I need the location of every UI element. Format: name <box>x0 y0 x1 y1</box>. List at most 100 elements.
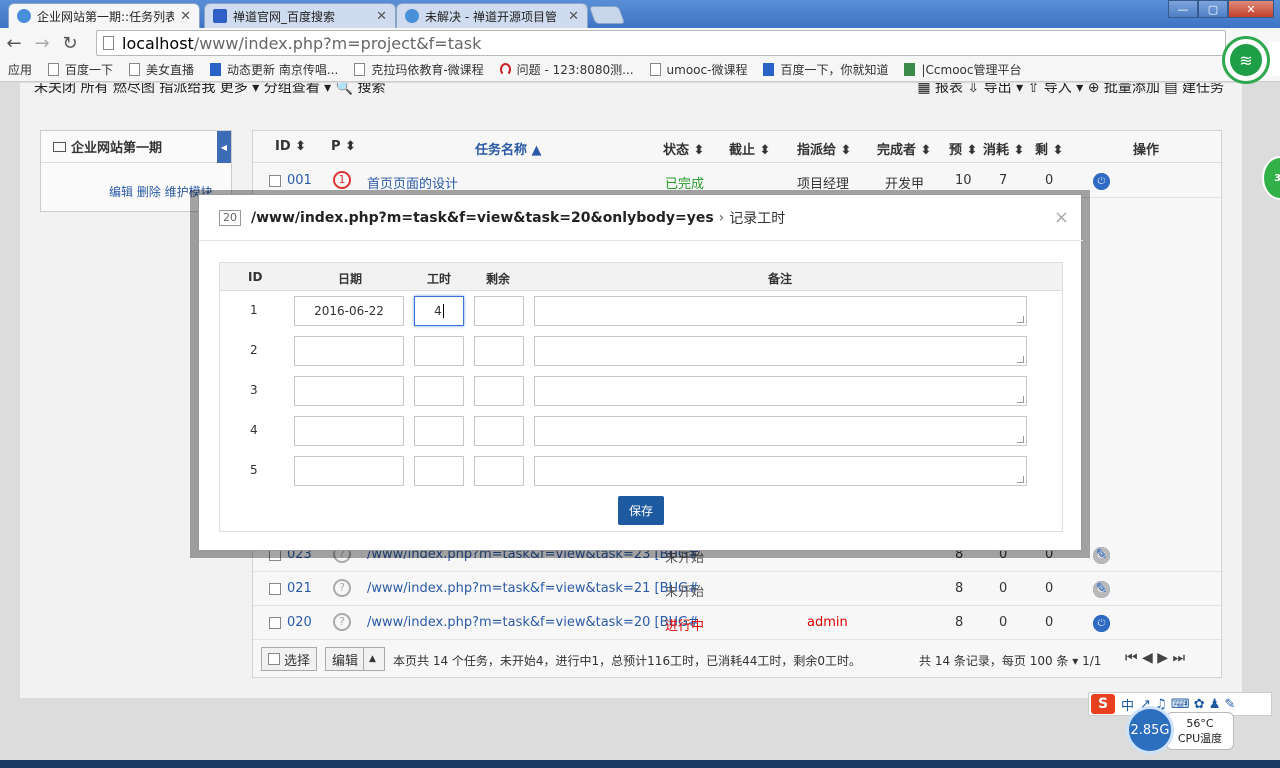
hours-input[interactable] <box>414 416 464 446</box>
col-status[interactable]: 状态 ⬍ <box>663 139 704 158</box>
close-icon[interactable]: ✕ <box>568 9 579 24</box>
window-close-button[interactable]: ✕ <box>1228 0 1274 18</box>
url-host: localhost <box>122 33 194 53</box>
col-estimate[interactable]: 预 ⬍ <box>949 139 977 158</box>
collapse-sidebar-button[interactable]: ◀ <box>217 131 231 163</box>
left-input[interactable] <box>474 376 524 406</box>
maximize-button[interactable]: ▢ <box>1198 0 1228 18</box>
subnav-left[interactable]: 未关闭 所有 燃尽图 指派给我 更多 ▾ 分组查看 ▾ 🔍 搜索 <box>34 83 386 95</box>
col-priority[interactable]: P ⬍ <box>331 139 356 154</box>
task-id[interactable]: 020 <box>287 615 312 630</box>
date-input[interactable] <box>294 336 404 366</box>
col-deadline[interactable]: 截止 ⬍ <box>729 139 770 158</box>
tab-task-list[interactable]: 企业网站第一期::任务列表 ✕ <box>8 3 200 28</box>
note-textarea[interactable] <box>534 416 1027 446</box>
forward-icon[interactable]: → <box>28 29 56 57</box>
batch-edit-button[interactable]: 编辑 <box>325 647 366 671</box>
col-name[interactable]: 任务名称 ▲ <box>475 139 542 158</box>
back-icon[interactable]: ← <box>0 29 28 57</box>
cpu-temp-box: 56°C CPU温度 <box>1166 712 1234 750</box>
bookmark-live[interactable]: 美女直播 <box>129 61 194 78</box>
bookmark-question[interactable]: 问题 - 123:8080测... <box>499 61 634 78</box>
pager-controls[interactable]: ⏮ ◀ ▶ ⏭ <box>1125 650 1185 666</box>
task-name[interactable]: /www/index.php?m=task&f=view&task=21 [BU… <box>367 581 699 596</box>
wifi-widget[interactable]: ≋ <box>1222 36 1270 84</box>
bookmark-baidu[interactable]: 百度一下 <box>48 61 113 78</box>
col-assigned[interactable]: 指派给 ⬍ <box>797 139 851 158</box>
task-name[interactable]: /www/index.php?m=task&f=view&task=20 [BU… <box>367 615 699 630</box>
select-all-button[interactable]: 选择 <box>261 647 318 671</box>
address-bar[interactable]: localhost/www/index.php?m=project&f=task <box>96 30 1226 56</box>
bookmark-umooc[interactable]: umooc-微课程 <box>649 61 747 78</box>
save-button[interactable]: 保存 <box>618 496 664 525</box>
edit-icon[interactable]: ✎ <box>1093 615 1110 632</box>
date-input[interactable]: 2016-06-22 <box>294 296 404 326</box>
close-icon[interactable]: ✕ <box>180 9 191 24</box>
dialog-close-button[interactable]: × <box>1054 207 1069 228</box>
grid-header: ID ⬍ P ⬍ 任务名称 ▲ 状态 ⬍ 截止 ⬍ 指派给 ⬍ 完成者 ⬍ 预 … <box>253 131 1223 163</box>
date-input[interactable] <box>294 376 404 406</box>
left-input[interactable] <box>474 456 524 486</box>
bookmark-ccmooc[interactable]: |Ccmooc管理平台 <box>904 61 1021 78</box>
bookmark-baidu-search[interactable]: 百度一下，你就知道 <box>763 61 888 78</box>
bookmark-apps[interactable]: 应用 <box>8 61 265 201</box>
col-id[interactable]: ID ⬍ <box>275 139 306 154</box>
bookmark-news[interactable]: 动态更新 南京传唱... <box>210 61 338 78</box>
left-input[interactable] <box>474 416 524 446</box>
row-checkbox[interactable] <box>269 175 281 187</box>
tab-baidu-search[interactable]: 禅道官网_百度搜索 ✕ <box>204 3 396 28</box>
left-input[interactable] <box>474 336 524 366</box>
dialog-title: 记录工时 <box>729 210 786 227</box>
form-col-date: 日期 <box>338 272 363 286</box>
task-assigned: admin <box>807 615 848 630</box>
tab-strip: 企业网站第一期::任务列表 ✕ 禅道官网_百度搜索 ✕ 未解决 - 禅道开源项目… <box>0 0 1280 28</box>
left-input[interactable] <box>474 296 524 326</box>
bookmark-karamay[interactable]: 克拉玛依教育-微课程 <box>354 61 484 78</box>
new-tab-button[interactable] <box>588 6 626 24</box>
baidu-paw-icon <box>763 63 775 76</box>
hours-input[interactable] <box>414 336 464 366</box>
folder-icon <box>53 141 66 152</box>
task-estimate: 10 <box>955 173 972 188</box>
hours-input[interactable]: 4 <box>414 296 464 326</box>
minimize-button[interactable]: — <box>1168 0 1198 18</box>
globe-icon <box>17 9 31 23</box>
ime-mode[interactable]: 中 <box>1121 695 1134 714</box>
hours-input[interactable] <box>414 456 464 486</box>
cpu-usage-circle[interactable]: 2.85G <box>1126 706 1174 754</box>
form-col-hours: 工时 <box>427 272 452 286</box>
page-icon <box>649 63 661 76</box>
col-finisher[interactable]: 完成者 ⬍ <box>877 139 931 158</box>
task-id[interactable]: 021 <box>287 581 312 596</box>
hours-input[interactable] <box>414 376 464 406</box>
tab-unresolved[interactable]: 未解决 - 禅道开源项目管 ✕ <box>396 3 588 28</box>
table-row: 021 ? /www/index.php?m=task&f=view&task=… <box>253 572 1223 606</box>
form-row-id: 1 <box>250 303 258 317</box>
date-input[interactable] <box>294 456 404 486</box>
task-id[interactable]: 001 <box>287 173 312 188</box>
note-textarea[interactable] <box>534 376 1027 406</box>
wifi-icon: ≋ <box>1230 44 1262 76</box>
edit-icon[interactable]: ✎ <box>1093 547 1110 564</box>
edit-icon[interactable]: ✎ <box>1093 173 1110 190</box>
note-textarea[interactable] <box>534 336 1027 366</box>
row-checkbox[interactable] <box>269 617 281 629</box>
col-operations: 操作 <box>1133 143 1160 158</box>
edit-icon[interactable]: ✎ <box>1093 581 1110 598</box>
dialog-header: 20 /www/index.php?m=task&f=view&task=20&… <box>199 195 1083 241</box>
note-textarea[interactable] <box>534 456 1027 486</box>
col-consumed[interactable]: 消耗 ⬍ <box>983 139 1024 158</box>
reload-icon[interactable]: ↻ <box>56 29 84 57</box>
form-col-note: 备注 <box>768 272 793 286</box>
pager-info[interactable]: 共 14 条记录，每页 100 条 ▾ 1/1 <box>919 652 1101 669</box>
task-consumed: 0 <box>999 615 1008 630</box>
close-icon[interactable]: ✕ <box>376 9 387 24</box>
col-left[interactable]: 剩 ⬍ <box>1035 139 1063 158</box>
row-checkbox[interactable] <box>269 583 281 595</box>
sogou-icon[interactable]: S <box>1091 694 1115 714</box>
subnav-right[interactable]: ▦ 报表 ⇩ 导出 ▾ ⇧ 导入 ▾ ⊕ 批量添加 ▤ 建任务 <box>917 83 1224 95</box>
date-input[interactable] <box>294 416 404 446</box>
note-textarea[interactable] <box>534 296 1027 326</box>
batch-edit-dropdown[interactable]: ▲ <box>363 647 385 671</box>
form-row: 1 2016-06-22 4 <box>220 292 1062 332</box>
